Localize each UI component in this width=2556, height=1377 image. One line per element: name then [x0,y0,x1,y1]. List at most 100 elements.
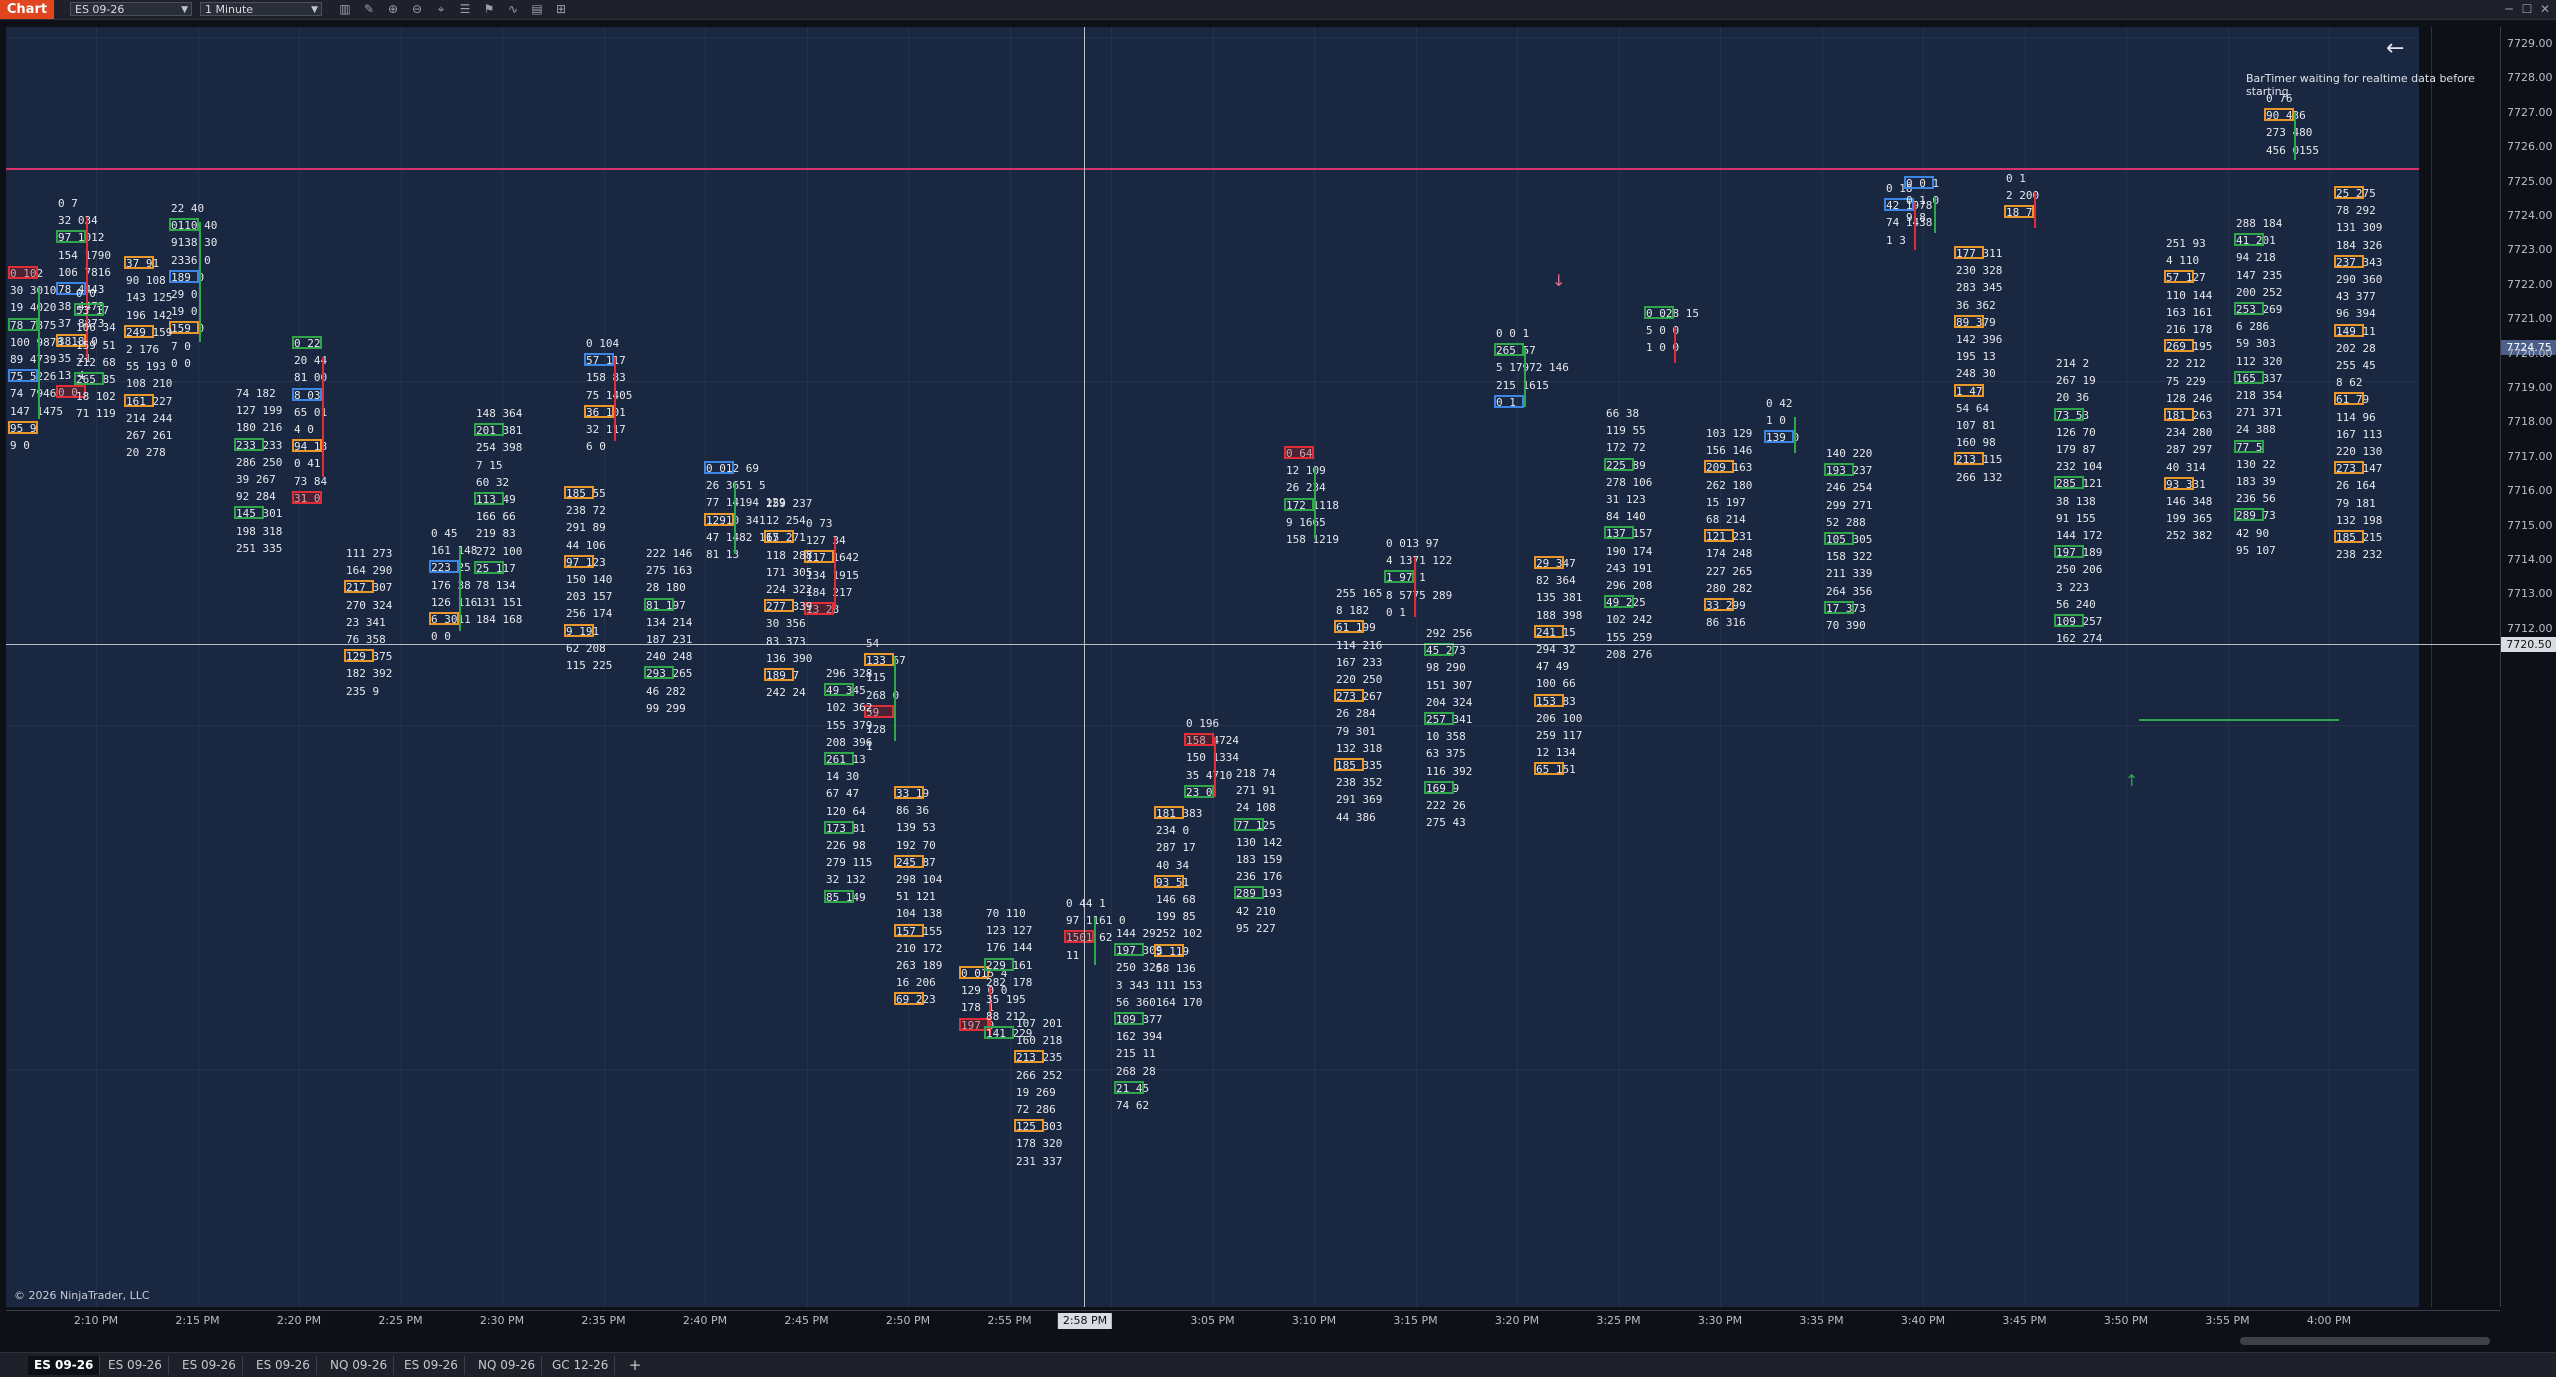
instrument-selector[interactable]: ES 09-26 ▼ [70,2,192,16]
footprint-cell: 68 214 [1706,513,1746,526]
imbalance-box [2234,508,2264,522]
imbalance-box [1424,643,1454,657]
scrollbar-thumb[interactable] [2240,1337,2490,1345]
imbalance-box [124,324,154,338]
maximize-icon[interactable]: ☐ [2518,1,2536,18]
chart-window-tab[interactable]: Chart [0,0,54,19]
footprint-cell: 40 314 [2166,460,2206,474]
footprint-cell: 150 140 [566,573,613,586]
chart-tab-1[interactable]: ES 09-26 [102,1356,169,1375]
imbalance-box [1184,784,1214,798]
chart-tab-5[interactable]: ES 09-26 [398,1356,465,1375]
indicator-icon[interactable]: ∿ [504,1,522,18]
footprint-cell: 200 252 [2236,285,2283,299]
chart-plot-area[interactable]: 0 102 30 3010 19 4020 78 7875 100 9878 89 473… [6,27,2500,1307]
footprint-cell: 252 102 [1156,927,1203,941]
imbalance-box [2234,370,2264,384]
time-axis[interactable]: 2:58 PM 2:10 PM 2:15 PM 2:20 PM 2:25 PM 2:30… [6,1310,2500,1333]
footprint-cell: 271 91 [1236,784,1276,798]
add-tab-icon[interactable]: + [624,1356,646,1375]
footprint-cell: 75 229 [2166,374,2206,388]
properties-icon[interactable]: ☰ [456,1,474,18]
toolbar-icons: ▥ ✎ ⊕ ⊖ ⌖ ☰ ⚑ ∿ ▤ ⊞ [336,1,570,18]
back-arrow-icon[interactable]: ← [2386,37,2404,61]
imbalance-box [2054,407,2084,421]
footprint-cell: 95 227 [1236,921,1276,935]
footprint-cell: 234 280 [2166,426,2213,440]
imbalance-box [824,889,854,903]
chart-tab-0[interactable]: ES 09-26 [28,1356,101,1375]
horizontal-scrollbar[interactable] [6,1332,2500,1350]
grid-line-horizontal [6,37,2419,38]
footprint-cell: 255 45 [2336,359,2376,372]
footprint-cell: 95 107 [2236,543,2276,557]
footprint-cell: 259 237 [766,497,813,510]
chart-tab-2[interactable]: ES 09-26 [176,1356,243,1375]
imbalance-box [2054,545,2084,559]
imbalance-box [1014,1119,1044,1133]
footprint-cell: 282 178 [986,975,1033,989]
footprint-cell: 267 19 [2056,374,2096,388]
footprint-cell: 210 172 [896,941,943,955]
interval-selector[interactable]: 1 Minute ▼ [200,2,322,16]
footprint-cell: 160 98 [1956,436,1996,450]
footprint-cell: 19 4020 [10,301,57,315]
candle-body-bar [894,657,896,741]
minimize-icon[interactable]: ─ [2500,1,2518,18]
chart-tab-7[interactable]: GC 12-26 [546,1356,616,1375]
footprint-cell: 227 265 [1706,564,1753,578]
footprint-cell: 12 109 [1286,464,1326,478]
imbalance-box [2164,339,2194,353]
candle-body-bar [1414,557,1416,617]
footprint-cell: 0 0 [171,356,191,370]
candle-body-bar [1094,917,1096,965]
draw-pencil-icon[interactable]: ✎ [360,1,378,18]
zoom-in-icon[interactable]: ⊕ [384,1,402,18]
price-tick-label: 7717.00 [2507,449,2553,463]
footprint-cell: 15 197 [1706,495,1746,509]
footprint-cell: 250 206 [2056,563,2103,577]
footprint-cell: 156 146 [1706,444,1753,458]
chart-tab-3[interactable]: ES 09-26 [250,1356,317,1375]
footprint-cell: 96 394 [2336,307,2376,321]
footprint-cell: 283 345 [1956,281,2003,295]
candle-body-bar [322,357,324,477]
imbalance-box [764,530,794,544]
footprint-cell: 106 34 [76,321,116,335]
footprint-cell: 202 28 [2336,341,2376,355]
footprint-cell: 74 7946 [10,387,57,401]
footprint-cell: 82 364 [1536,574,1576,588]
chart-tab-6[interactable]: NQ 09-26 [472,1356,543,1375]
footprint-cell: 26 234 [1286,481,1326,495]
crosshair-icon[interactable]: ⌖ [432,1,450,18]
imbalance-box [584,353,614,367]
candle-body-bar [38,287,40,419]
bar-style-icon[interactable]: ▥ [336,1,354,18]
template-icon[interactable]: ▤ [528,1,546,18]
imbalance-box [1014,1050,1044,1064]
imbalance-box [644,597,674,611]
candle-body-bar [834,537,836,609]
candle-body-bar [1934,197,1936,233]
footprint-cell: 267 261 [126,429,173,442]
strategy-icon[interactable]: ⚑ [480,1,498,18]
footprint-cell: 123 127 [986,924,1033,938]
footprint-cell: 204 324 [1426,695,1473,709]
footprint-cell: 11 [1066,948,1080,962]
chart-tab-4[interactable]: NQ 09-26 [324,1356,395,1375]
footprint-cell: 32 034 [58,214,98,228]
price-axis[interactable]: 7724.75 7720.50 7729.00 7728.00 7727.00 772… [2500,27,2556,1307]
footprint-cell: 220 250 [1336,673,1383,686]
footprint-cell: 3 223 [2056,580,2090,594]
imbalance-box [984,957,1014,971]
footprint-cell: 287 17 [1156,841,1196,855]
imbalance-box [764,599,794,613]
grid-line-vertical [400,27,402,1307]
footprint-cell: 271 371 [2236,406,2283,420]
grid-line-vertical [1821,27,1823,1307]
data-box-icon[interactable]: ⊞ [552,1,570,18]
zoom-out-icon[interactable]: ⊖ [408,1,426,18]
price-level-line[interactable] [6,168,2419,170]
close-icon[interactable]: ✕ [2536,1,2554,18]
footprint-cell: 35 195 [986,993,1026,1006]
